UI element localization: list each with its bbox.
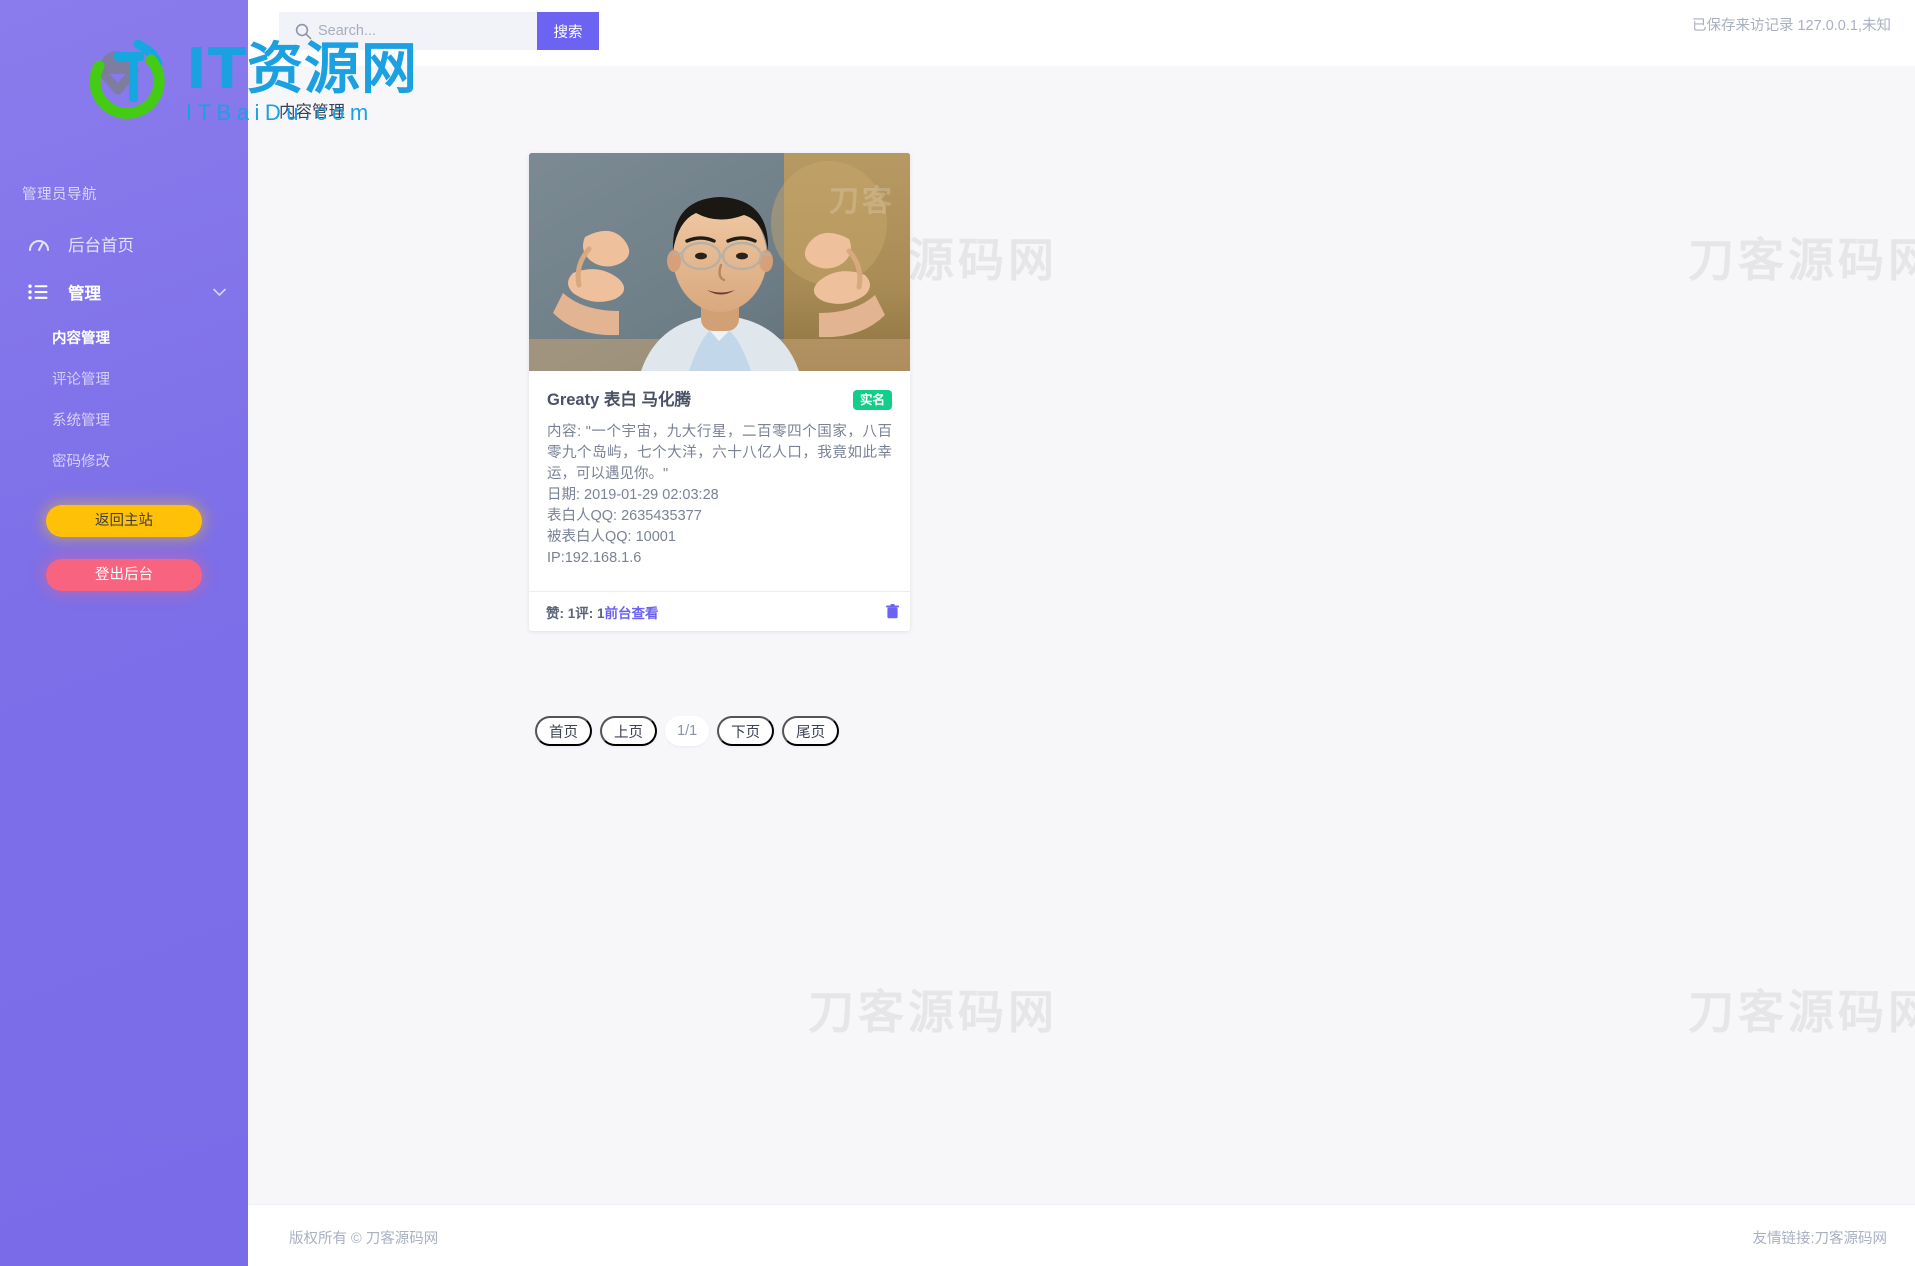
card-header: Greaty 表白 马化腾 实名: [547, 389, 892, 411]
visit-record-status: 已保存来访记录 127.0.0.1,未知: [1691, 18, 1891, 34]
chevron-down-icon[interactable]: [212, 285, 226, 299]
watermark: 刀客源码网: [1688, 233, 1915, 287]
pagination-last[interactable]: 尾页: [782, 716, 840, 746]
card-meta: 内容: "一个宇宙，九大行星，二百零四个国家，八百零九个岛屿，七个大洋，六十八亿…: [547, 422, 892, 569]
sidebar-item-system-manage[interactable]: 系统管理: [0, 404, 248, 434]
page-footer: 版权所有 © 刀客源码网 友情链接:刀客源码网: [248, 1204, 1915, 1266]
sidebar-sub-label: 系统管理: [52, 412, 110, 429]
watermark: 刀客源码网: [808, 985, 1058, 1039]
dashboard-gauge-icon: [28, 234, 54, 254]
front-view-link[interactable]: 前台查看: [605, 606, 659, 621]
card-body: Greaty 表白 马化腾 实名 内容: "一个宇宙，九大行星，二百零四个国家，…: [529, 371, 910, 577]
footer-friend-link[interactable]: 友情链接:刀客源码网: [1752, 1227, 1887, 1248]
sidebar-item-comment-manage[interactable]: 评论管理: [0, 363, 248, 393]
card-photo: 刀客: [529, 153, 910, 371]
return-to-main-site-button[interactable]: 返回主站: [46, 505, 202, 537]
card-content-text: "一个宇宙，九大行星，二百零四个国家，八百零九个岛屿，七个大洋，六十八亿人口，我…: [547, 424, 892, 482]
portrait-photo-icon: 刀客: [529, 153, 910, 371]
pagination: 首页 上页 1/1 下页 尾页: [535, 716, 840, 746]
card-stats-group: 赞: 1评: 1前台查看: [546, 602, 659, 622]
trash-icon: [885, 604, 899, 619]
sidebar-sub-label: 评论管理: [52, 371, 110, 388]
watermark: 刀客源码网: [1688, 985, 1915, 1039]
sidebar-item-manage[interactable]: 管理: [0, 268, 248, 316]
pagination-prev[interactable]: 上页: [600, 716, 657, 746]
card-footer: 赞: 1评: 1前台查看: [529, 591, 910, 631]
pagination-next[interactable]: 下页: [717, 716, 775, 746]
sidebar-item-password-change[interactable]: 密码修改: [0, 445, 248, 475]
sidebar-item-label: 管理: [68, 285, 101, 303]
footer-copyright: 版权所有 © 刀客源码网: [289, 1231, 439, 1247]
search-button[interactable]: 搜索: [537, 12, 599, 50]
search-icon: [288, 23, 318, 40]
card-date: 日期: 2019-01-29 02:03:28: [547, 487, 719, 503]
sidebar: 管理员导航 后台首页 管理 内容管理 评论管理 系统管理 密码修改 返回主站 登…: [0, 0, 248, 1266]
card-content-line: 内容: "一个宇宙，九大行星，二百零四个国家，八百零九个岛屿，七个大洋，六十八亿…: [547, 422, 892, 485]
card-ip: IP:192.168.1.6: [547, 550, 642, 566]
sidebar-logo-spacer: [0, 0, 248, 155]
sidebar-sub-label: 内容管理: [52, 330, 110, 347]
admin-page-root: 管理员导航 后台首页 管理 内容管理 评论管理 系统管理 密码修改 返回主站 登…: [0, 0, 1915, 1266]
card-sender-qq: 表白人QQ: 2635435377: [547, 508, 702, 524]
card-receiver-qq: 被表白人QQ: 10001: [547, 529, 676, 545]
topbar: 搜索 已保存来访记录 127.0.0.1,未知: [248, 0, 1915, 66]
sidebar-nav-list: 后台首页 管理: [0, 220, 248, 316]
sidebar-nav-heading: 管理员导航: [22, 187, 97, 203]
search-input[interactable]: [318, 12, 523, 50]
logout-button[interactable]: 登出后台: [46, 559, 202, 591]
status-badge: 实名: [852, 390, 892, 410]
content-card[interactable]: 刀客 Greaty 表白 马化腾 实名 内容: "一个宇宙，九大行星，二百零四个…: [529, 153, 910, 631]
sidebar-item-dashboard[interactable]: 后台首页: [0, 220, 248, 268]
sidebar-sub-label: 密码修改: [52, 453, 110, 470]
sidebar-item-label: 后台首页: [68, 237, 134, 255]
pagination-first[interactable]: 首页: [535, 716, 592, 746]
search-bar: 搜索: [279, 12, 599, 50]
sidebar-sub-list: 内容管理 评论管理 系统管理 密码修改: [0, 322, 248, 475]
main-content: 内容管理 刀客源码网 刀客源码网 刀客源码网 刀客源码网 刀客 Greaty 表…: [248, 66, 1915, 1204]
svg-text:刀客: 刀客: [829, 184, 895, 219]
card-content-label: 内容:: [547, 424, 582, 440]
card-like-comment-stats: 赞: 1评: 1: [546, 605, 605, 621]
sidebar-item-content-manage[interactable]: 内容管理: [0, 322, 248, 352]
search-box[interactable]: [279, 12, 537, 50]
card-title: Greaty 表白 马化腾: [547, 391, 691, 409]
list-bullet-icon: [28, 282, 54, 302]
pagination-indicator: 1/1: [665, 716, 710, 746]
page-title: 内容管理: [279, 103, 345, 121]
delete-button[interactable]: [881, 601, 903, 623]
